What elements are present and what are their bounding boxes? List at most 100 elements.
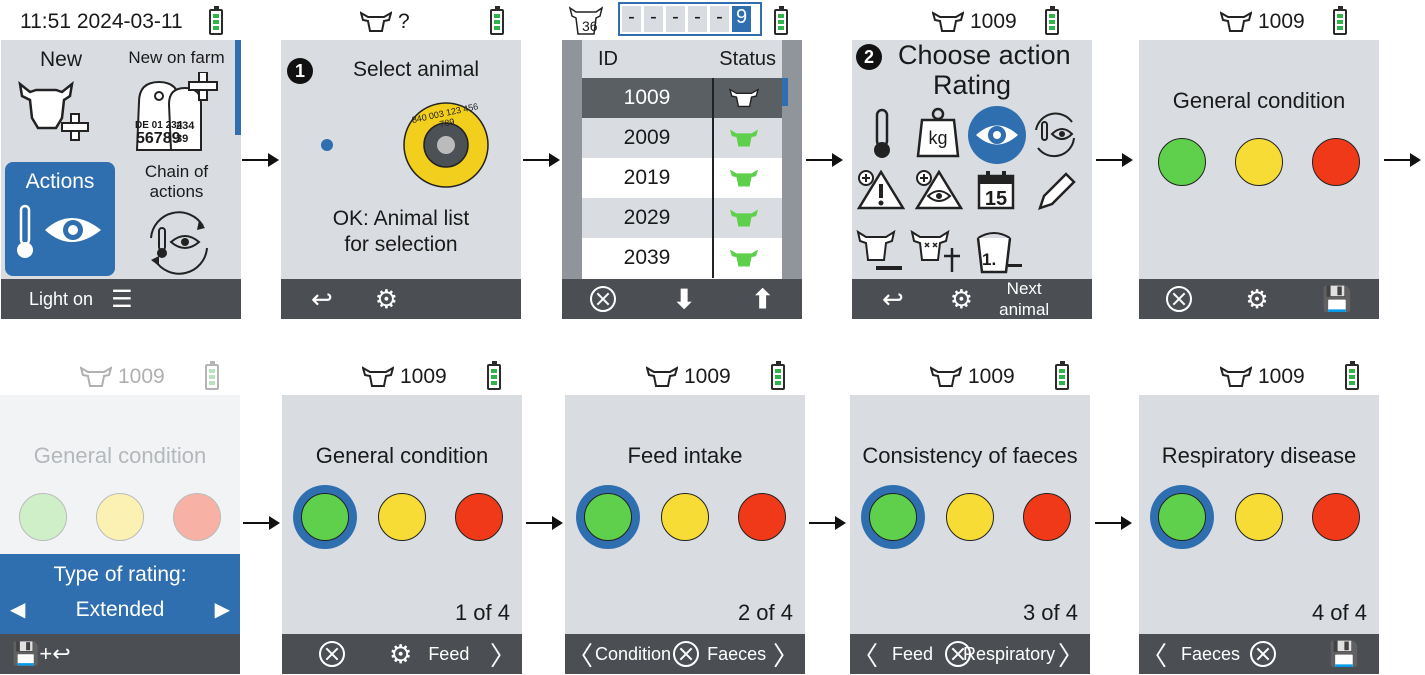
chevron-left-icon[interactable]: 〈 — [567, 636, 593, 673]
id-entry-field[interactable]: - - - - - 9 — [618, 2, 762, 36]
settings-icon[interactable]: ⚙ — [375, 286, 398, 312]
arrow-up-icon[interactable]: ⬆ — [752, 284, 774, 315]
rating-yellow-button[interactable] — [378, 493, 426, 541]
list-row[interactable]: 2029 — [582, 198, 782, 238]
back-icon[interactable]: ↩ — [882, 284, 904, 315]
status-bar: 1009 — [646, 357, 785, 397]
list-row-selected[interactable]: 1009 — [582, 78, 782, 118]
cow-head-icon — [930, 366, 962, 387]
save-and-back-icon[interactable]: 💾+↩ — [12, 641, 71, 667]
close-icon[interactable] — [1165, 286, 1192, 312]
pencil-icon[interactable] — [1034, 170, 1078, 214]
rating-red-button[interactable] — [738, 493, 786, 541]
rating-red-button[interactable] — [1312, 493, 1360, 541]
settings-icon[interactable]: ⚙ — [950, 286, 973, 312]
close-icon[interactable] — [673, 641, 700, 667]
thermometer-icon[interactable] — [862, 108, 902, 160]
rating-yellow-button[interactable] — [1235, 138, 1283, 186]
warning-plus-icon[interactable] — [856, 168, 906, 212]
close-icon[interactable] — [1250, 641, 1277, 667]
prev-step-button[interactable]: Condition — [595, 644, 671, 665]
rating-step-screen: Respiratory disease 4 of 4 〈 Faeces 💾 — [1139, 395, 1379, 674]
close-icon[interactable] — [590, 286, 617, 312]
back-icon[interactable]: ↩ — [311, 284, 333, 315]
cow-status-icon — [712, 158, 774, 198]
rating-title: Respiratory disease — [1161, 443, 1357, 468]
row-id: 2009 — [623, 126, 671, 149]
menu-new-on-farm[interactable]: New on farm DE 01 234 56789 234 39 — [119, 48, 234, 163]
chevron-right-icon[interactable]: 〉 — [490, 636, 516, 673]
rating-yellow-button[interactable] — [96, 493, 144, 541]
battery-icon — [770, 361, 785, 390]
rating-yellow-button[interactable] — [1235, 493, 1283, 541]
rating-red-button[interactable] — [455, 493, 503, 541]
rating-green-button[interactable] — [1158, 493, 1206, 541]
prev-step-button[interactable]: Feed — [892, 644, 933, 665]
prev-step-button[interactable]: Faeces — [1181, 644, 1240, 665]
list-row[interactable]: 2019 — [582, 158, 782, 198]
animal-id: ? — [398, 10, 410, 33]
rating-green-button[interactable] — [301, 493, 349, 541]
rating-yellow-button[interactable] — [946, 493, 994, 541]
chevron-left-icon[interactable]: 〈 — [1141, 636, 1167, 673]
battery-icon — [774, 6, 788, 35]
save-icon[interactable]: 💾 — [1329, 640, 1359, 669]
feed-bucket-icon[interactable] — [972, 226, 1022, 276]
rating-red-button[interactable] — [1312, 138, 1360, 186]
close-icon[interactable] — [319, 641, 345, 667]
cow-minus-icon[interactable] — [856, 228, 906, 274]
menu-actions[interactable]: Actions — [5, 162, 115, 276]
eye-icon — [976, 125, 1018, 145]
rating-red-button[interactable] — [1023, 493, 1071, 541]
rating-title: Feed intake — [627, 443, 743, 468]
scrollbar[interactable] — [782, 78, 788, 106]
bottom-bar: 〈 Feed Respiratory 〉 — [850, 634, 1090, 674]
warning-eye-plus-icon[interactable] — [914, 168, 964, 212]
dead-cow-cross-icon[interactable] — [910, 228, 966, 274]
menu-icon[interactable]: ☰ — [111, 285, 133, 314]
rating-red-button[interactable] — [173, 493, 221, 541]
rating-yellow-button[interactable] — [661, 493, 709, 541]
status-bar: 1009 — [932, 2, 1059, 42]
cycle-thermometer-eye-icon[interactable] — [1030, 108, 1080, 160]
caret-left-icon[interactable]: ◀ — [10, 597, 25, 622]
light-on-button[interactable]: Light on — [29, 289, 93, 310]
caret-right-icon[interactable]: ▶ — [215, 597, 230, 622]
cow-head-icon — [360, 11, 392, 32]
next-step-button[interactable]: Faeces — [707, 644, 766, 665]
bottom-bar: Light on ☰ — [1, 279, 241, 319]
clock-date: 11:51 2024-03-11 — [20, 10, 183, 33]
list-row[interactable]: 2009 — [582, 118, 782, 158]
settings-icon[interactable]: ⚙ — [1245, 286, 1268, 312]
rating-green-button[interactable] — [869, 493, 917, 541]
rating-green-button[interactable] — [19, 493, 67, 541]
scrollbar[interactable] — [235, 40, 241, 135]
save-icon[interactable]: 💾 — [1322, 285, 1352, 314]
next-step-button[interactable]: Feed — [428, 644, 469, 665]
digit: - — [622, 6, 641, 32]
herd-count: 36 — [566, 4, 608, 36]
rating-title: General condition — [315, 443, 489, 468]
chevron-right-icon[interactable]: 〉 — [773, 636, 799, 673]
menu-chain[interactable]: Chain of actions — [119, 162, 234, 276]
rating-type-selector[interactable]: Type of rating: ◀ Extended ▶ — [0, 554, 240, 634]
animal-id: 1009 — [400, 365, 447, 388]
chevron-left-icon[interactable]: 〈 — [852, 636, 878, 673]
list-row[interactable]: 2039 — [582, 238, 782, 278]
arrow-down-icon[interactable]: ⬇ — [673, 284, 695, 315]
menu-new[interactable]: New — [6, 48, 116, 163]
menu-chain-label: Chain of actions — [144, 162, 209, 201]
cow-head-icon — [80, 366, 112, 387]
rating-green-button[interactable] — [1158, 138, 1206, 186]
eye-action-selected[interactable] — [968, 106, 1026, 164]
settings-icon[interactable]: ⚙ — [389, 641, 412, 667]
step-counter: 2 of 4 — [737, 600, 793, 625]
rating-green-button[interactable] — [584, 493, 632, 541]
status-bar: 1009 — [80, 357, 219, 397]
close-icon[interactable] — [945, 641, 972, 667]
rating-step-screen: Feed intake 2 of 4 〈 Condition Faeces 〉 — [565, 395, 805, 674]
next-step-button[interactable]: Respiratory — [963, 644, 1055, 665]
chevron-right-icon[interactable]: 〉 — [1058, 636, 1084, 673]
menu-new-label: New — [39, 48, 82, 71]
next-animal-button[interactable]: Next animal — [999, 278, 1049, 319]
